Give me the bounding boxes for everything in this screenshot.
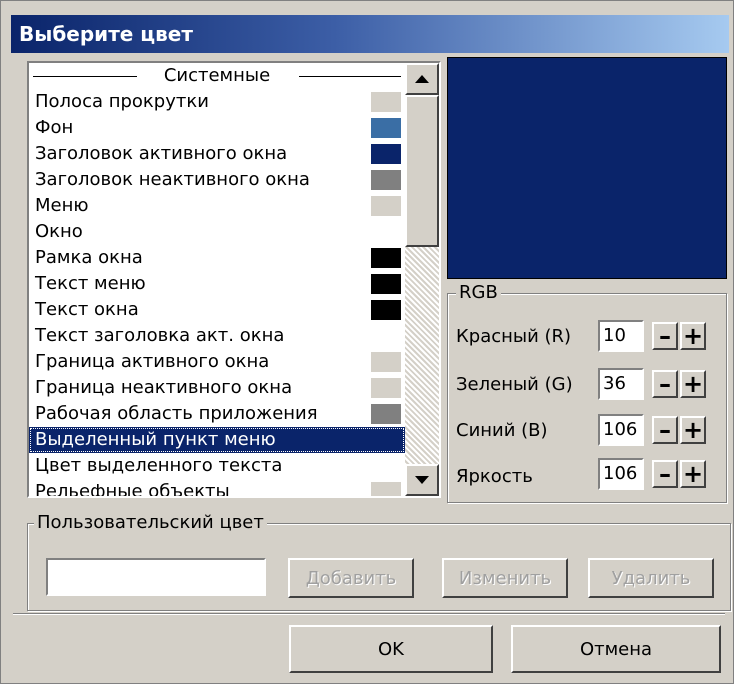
color-list-item-label: Граница неактивного окна xyxy=(35,377,293,398)
brightness-decrease-button[interactable]: – xyxy=(652,460,678,488)
color-list-item-label: Заголовок активного окна xyxy=(35,143,288,164)
plus-icon: + xyxy=(682,322,704,350)
color-list-item-label: Текст окна xyxy=(35,299,139,320)
blue-increase-button[interactable]: + xyxy=(680,416,706,444)
color-list-item[interactable]: Выделенный пункт меню xyxy=(29,427,405,453)
color-list-item[interactable]: Рамка окна xyxy=(29,245,405,271)
blue-value-field[interactable]: 106 xyxy=(598,414,644,446)
color-list-item[interactable]: Цвет выделенного текста xyxy=(29,453,405,479)
rgb-group: RGB Красный (R) 10 – + Зеленый (G) 36 – … xyxy=(447,282,727,503)
color-list-item-label: Выделенный пункт меню xyxy=(35,429,276,450)
color-list-item[interactable]: Граница активного окна xyxy=(29,349,405,375)
color-picker-dialog: Выберите цвет Системные Полоса прокрутки… xyxy=(0,0,734,684)
brightness-label: Яркость xyxy=(456,466,533,487)
color-list-item[interactable]: Граница неактивного окна xyxy=(29,375,405,401)
color-list-item[interactable]: Заголовок активного окна xyxy=(29,141,405,167)
minus-icon: – xyxy=(659,322,671,350)
color-list-item[interactable]: Окно xyxy=(29,219,405,245)
color-swatch xyxy=(371,196,401,216)
arrow-up-icon xyxy=(415,75,429,83)
color-swatch xyxy=(371,456,401,476)
color-swatch xyxy=(371,404,401,424)
add-button[interactable]: Добавить xyxy=(288,558,414,598)
minus-icon: – xyxy=(659,460,671,488)
color-swatch xyxy=(371,274,401,294)
color-list-item[interactable]: Заголовок неактивного окна xyxy=(29,167,405,193)
section-header-label: Системные xyxy=(159,65,275,86)
color-list-item[interactable]: Рельефные объекты xyxy=(29,479,405,496)
color-list-item-label: Окно xyxy=(35,221,83,242)
plus-icon: + xyxy=(682,370,704,398)
color-swatch xyxy=(371,144,401,164)
list-vertical-scrollbar[interactable] xyxy=(405,63,439,496)
color-list-item-label: Текст заголовка акт. окна xyxy=(35,325,285,346)
color-list-item-label: Рабочая область приложения xyxy=(35,403,318,424)
color-list-item-label: Фон xyxy=(35,117,74,138)
scroll-down-button[interactable] xyxy=(405,464,439,496)
plus-icon: + xyxy=(682,460,704,488)
green-value-field[interactable]: 36 xyxy=(598,368,644,400)
color-list-item[interactable]: Текст меню xyxy=(29,271,405,297)
color-list-item[interactable]: Текст окна xyxy=(29,297,405,323)
list-section-header: Системные xyxy=(29,63,405,89)
color-list-item-label: Текст меню xyxy=(35,273,146,294)
color-swatch xyxy=(371,222,401,242)
custom-color-input[interactable] xyxy=(46,558,266,596)
color-swatch xyxy=(371,170,401,190)
red-increase-button[interactable]: + xyxy=(680,322,706,350)
section-header-line-left xyxy=(33,76,137,77)
color-list-item-label: Граница активного окна xyxy=(35,351,270,372)
brightness-value-field[interactable]: 106 xyxy=(598,458,644,490)
brightness-increase-button[interactable]: + xyxy=(680,460,706,488)
color-list-item-label: Рамка окна xyxy=(35,247,143,268)
color-swatch xyxy=(371,300,401,320)
arrow-down-icon xyxy=(415,476,429,484)
blue-label: Синий (B) xyxy=(456,420,548,441)
color-swatch xyxy=(371,92,401,112)
color-list-item-label: Меню xyxy=(35,195,89,216)
scroll-thumb[interactable] xyxy=(405,95,439,247)
color-swatch xyxy=(371,430,401,450)
color-list-item[interactable]: Рабочая область приложения xyxy=(29,401,405,427)
minus-icon: – xyxy=(659,416,671,444)
system-colors-list[interactable]: Системные Полоса прокрутки Фон Заголовок а… xyxy=(27,61,441,498)
red-label: Красный (R) xyxy=(456,326,572,347)
blue-decrease-button[interactable]: – xyxy=(652,416,678,444)
color-swatch xyxy=(371,118,401,138)
custom-color-group-title: Пользовательский цвет xyxy=(34,512,267,534)
color-preview xyxy=(447,57,727,279)
ok-button[interactable]: OK xyxy=(289,625,493,673)
green-label: Зеленый (G) xyxy=(456,374,573,395)
edit-button[interactable]: Изменить xyxy=(442,558,568,598)
red-decrease-button[interactable]: – xyxy=(652,322,678,350)
color-swatch xyxy=(371,326,401,346)
plus-icon: + xyxy=(682,416,704,444)
list-items-container: Системные Полоса прокрутки Фон Заголовок а… xyxy=(29,63,405,496)
custom-color-group: Пользовательский цвет Добавить Изменить … xyxy=(27,512,731,611)
green-decrease-button[interactable]: – xyxy=(652,370,678,398)
green-increase-button[interactable]: + xyxy=(680,370,706,398)
color-list-item-label: Полоса прокрутки xyxy=(35,91,209,112)
cancel-button[interactable]: Отмена xyxy=(511,625,721,673)
scroll-up-button[interactable] xyxy=(405,63,439,95)
color-swatch xyxy=(371,378,401,398)
rgb-group-title: RGB xyxy=(456,282,501,304)
red-value-field[interactable]: 10 xyxy=(598,320,644,352)
color-list-item-label: Цвет выделенного текста xyxy=(35,455,283,476)
color-swatch xyxy=(371,482,401,496)
minus-icon: – xyxy=(659,370,671,398)
color-list-item[interactable]: Меню xyxy=(29,193,405,219)
color-swatch xyxy=(371,352,401,372)
delete-button[interactable]: Удалить xyxy=(588,558,714,598)
color-list-item-label: Рельефные объекты xyxy=(35,481,230,496)
color-list-item[interactable]: Полоса прокрутки xyxy=(29,89,405,115)
dialog-title: Выберите цвет xyxy=(11,15,729,53)
footer-divider xyxy=(13,613,725,615)
section-header-line-right xyxy=(299,76,401,77)
color-list-item[interactable]: Текст заголовка акт. окна xyxy=(29,323,405,349)
color-list-item-label: Заголовок неактивного окна xyxy=(35,169,310,190)
color-list-item[interactable]: Фон xyxy=(29,115,405,141)
color-swatch xyxy=(371,248,401,268)
